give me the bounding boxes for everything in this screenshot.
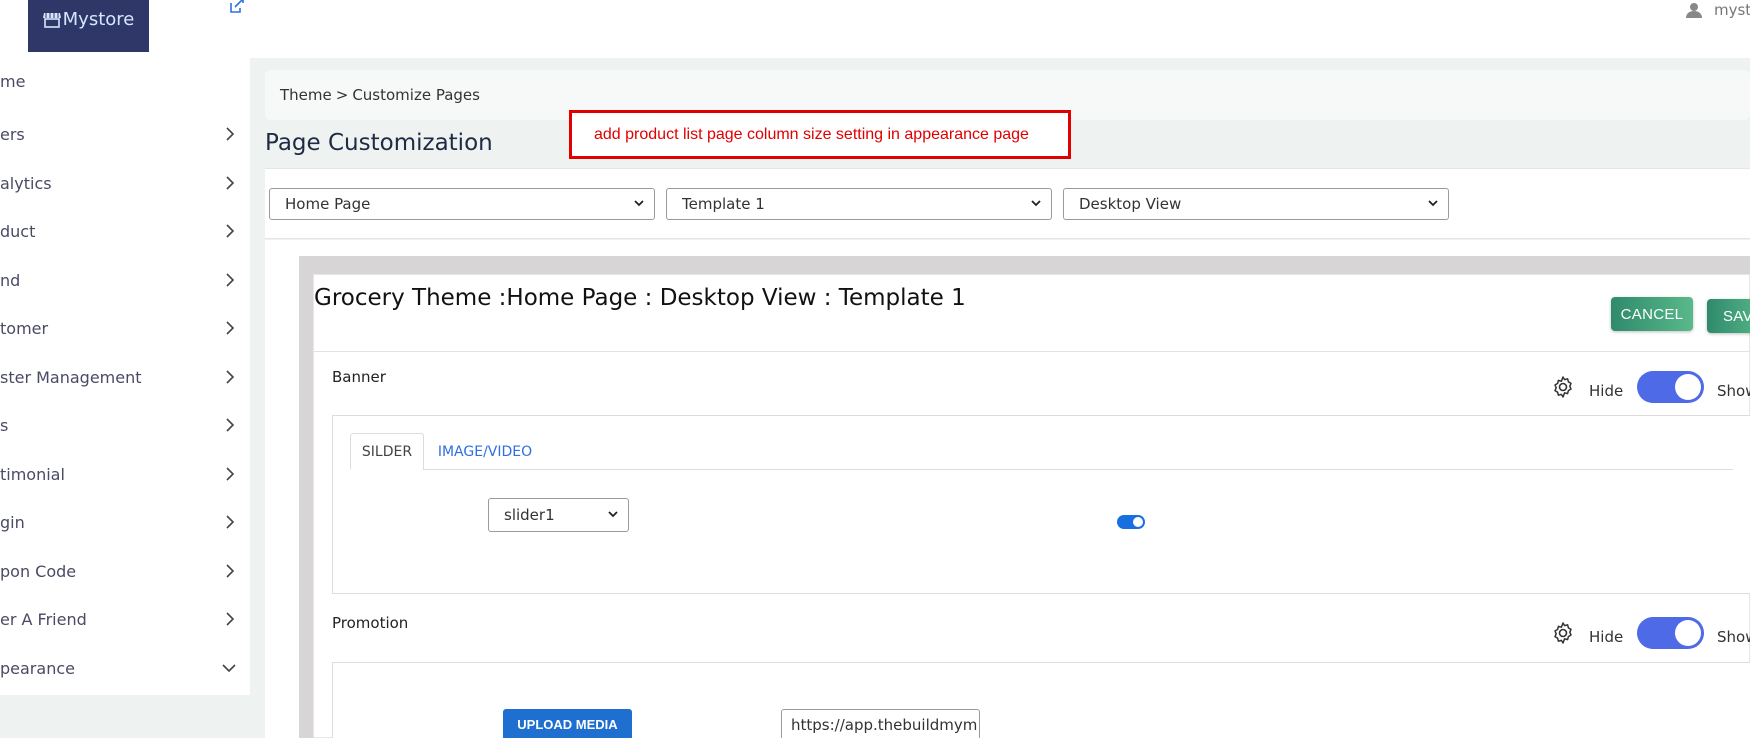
chevron-down-icon [1031,200,1041,207]
promotion-hide-label: Hide [1589,628,1624,646]
annotation-note: add product list page column size settin… [569,110,1071,159]
sidebar-footer [0,695,250,738]
sidebar-item-product[interactable]: duct [0,216,250,246]
sidebar-item-master-management[interactable]: ster Management [0,362,250,392]
chevron-down-icon [634,200,644,207]
toggle-knob [1675,620,1701,646]
sidebar-item-label: er A Friend [0,609,87,629]
chevron-right-icon [226,612,235,626]
sidebar-item-label: tomer [0,318,49,338]
sidebar-item-label: gin [0,512,25,532]
media-url-input[interactable]: https://app.thebuildmym [781,709,980,738]
banner-visibility-toggle[interactable] [1637,371,1704,403]
logo-text: Mystore [62,9,135,30]
cancel-button[interactable]: CANCEL [1611,297,1693,331]
store-icon [42,12,61,28]
banner-hide-label: Hide [1589,382,1624,400]
sidebar-item-orders[interactable]: ers [0,119,250,149]
sidebar-item-testimonial[interactable]: timonial [0,459,250,489]
sidebar-item-label: timonial [0,464,65,484]
sidebar-item-coupon-code[interactable]: pon Code [0,556,250,586]
tab-image-video[interactable]: IMAGE/VIDEO [438,433,532,470]
preview-title: Grocery Theme :Home Page : Desktop View … [314,285,966,311]
chevron-right-icon [226,127,235,141]
chevron-down-icon [222,664,236,673]
page-title: Page Customization [265,130,493,156]
promotion-section-label: Promotion [332,614,409,632]
sidebar-item-s[interactable]: s [0,410,250,440]
chevron-right-icon [226,515,235,529]
sidebar-item-label: nd [0,270,21,290]
view-select[interactable]: Desktop View [1063,188,1449,220]
tab-slider[interactable]: SILDER [350,433,424,470]
chevron-right-icon [226,224,235,238]
sidebar-item-appearance[interactable]: pearance [0,653,250,683]
slider-select-value: slider1 [504,506,555,524]
chevron-down-icon [608,511,618,518]
chevron-right-icon [226,273,235,287]
sidebar-item-label: pearance [0,658,75,678]
sidebar-item-refer-a-friend[interactable]: er A Friend [0,604,250,634]
toggle-knob [1675,374,1701,400]
save-button[interactable]: SAV [1707,299,1750,333]
sidebar-item-label: alytics [0,173,52,193]
sidebar-item-login[interactable]: gin [0,507,250,537]
upload-media-button[interactable]: UPLOAD MEDIA [503,709,632,738]
template-select-value: Template 1 [682,195,765,213]
chevron-right-icon [226,564,235,578]
breadcrumb-current: Customize Pages [352,86,480,104]
tab-underline [423,469,1733,470]
view-selector-bar: Home Page Template 1 Desktop View [265,168,1750,239]
sidebar-item-brand[interactable]: nd [0,265,250,295]
user-name: myst [1714,1,1750,19]
slider-enable-toggle[interactable] [1117,515,1145,529]
sidebar-item-home[interactable]: me [0,66,250,96]
sidebar-item-label: ster Management [0,367,142,387]
sidebar-item-analytics[interactable]: alytics [0,168,250,198]
chevron-right-icon [226,418,235,432]
external-edit-icon[interactable] [228,0,246,14]
chevron-right-icon [226,467,235,481]
user-icon [1686,3,1702,18]
sidebar-item-label: me [0,71,26,91]
view-select-value: Desktop View [1079,195,1182,213]
sidebar-item-label: ers [0,124,25,144]
chevron-down-icon [1428,200,1438,207]
slider-select[interactable]: slider1 [488,498,629,532]
toggle-knob [1133,517,1143,527]
brand-logo[interactable]: Mystore [28,0,149,52]
breadcrumb-root[interactable]: Theme [280,86,332,104]
promotion-visibility-toggle[interactable] [1637,617,1704,649]
chevron-right-icon [226,370,235,384]
page-select[interactable]: Home Page [269,188,655,220]
banner-show-label: Show [1717,382,1750,400]
banner-settings-gear-icon[interactable] [1551,375,1575,399]
title-divider [314,351,1750,352]
app-root: Mystore myst me ers alytics duct nd tome… [0,0,1750,738]
promotion-show-label: Show [1717,628,1750,646]
template-select[interactable]: Template 1 [666,188,1052,220]
banner-section-label: Banner [332,368,386,386]
sidebar-item-label: duct [0,221,36,241]
breadcrumb-separator: > [335,86,349,104]
chevron-right-icon [226,176,235,190]
promotion-settings-gear-icon[interactable] [1551,621,1575,645]
chevron-right-icon [226,321,235,335]
sidebar-item-customer[interactable]: tomer [0,313,250,343]
user-menu[interactable]: myst [1686,0,1750,20]
page-select-value: Home Page [285,195,371,213]
sidebar-item-label: pon Code [0,561,77,581]
sidebar-item-label: s [0,415,9,435]
